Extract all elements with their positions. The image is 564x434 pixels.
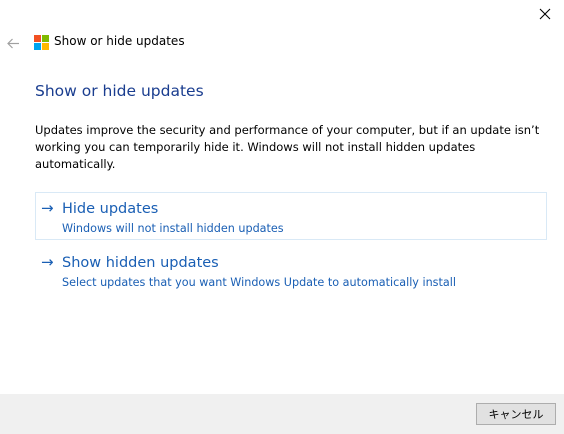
arrow-right-icon: → (41, 199, 54, 217)
page-description: Updates improve the security and perform… (35, 123, 540, 171)
option-subtitle: Select updates that you want Windows Upd… (62, 276, 456, 289)
windows-logo-icon (34, 35, 49, 50)
option-title: Show hidden updates (62, 255, 219, 271)
back-arrow-icon (6, 38, 19, 48)
window-title: Show or hide updates (54, 34, 185, 48)
cancel-button[interactable]: キャンセル (476, 403, 556, 425)
show-hidden-updates-option[interactable]: → Show hidden updates Select updates tha… (35, 246, 547, 294)
footer-bar: キャンセル (0, 394, 564, 434)
close-button[interactable] (532, 3, 558, 25)
back-button[interactable] (5, 34, 21, 52)
dialog-window: Show or hide updates Show or hide update… (0, 0, 564, 434)
arrow-right-icon: → (41, 253, 54, 271)
hide-updates-option[interactable]: → Hide updates Windows will not install … (35, 192, 547, 240)
page-heading: Show or hide updates (35, 82, 204, 100)
option-subtitle: Windows will not install hidden updates (62, 222, 284, 235)
option-title: Hide updates (62, 201, 159, 217)
close-icon (539, 8, 551, 20)
